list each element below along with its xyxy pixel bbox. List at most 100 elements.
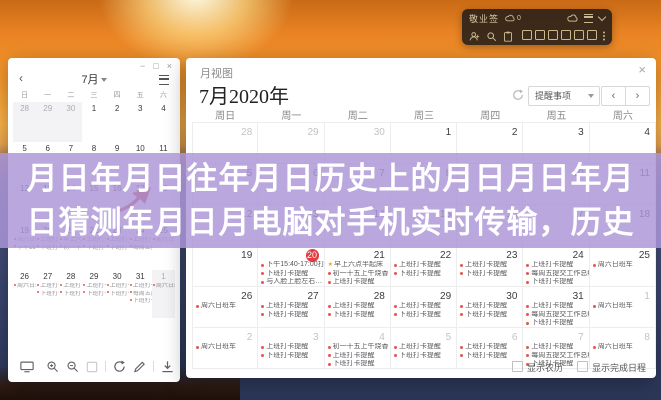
calendar-item[interactable]: 下班打卡提醒 (457, 270, 522, 279)
calendar-item[interactable]: 下班打卡提醒 (391, 311, 456, 320)
mini-weekday-label: 日 (13, 90, 36, 100)
calendar-item[interactable]: 上班打卡提醒 (325, 278, 390, 286)
day-cell[interactable]: 23上班打卡提醒下班打卡提醒 (457, 246, 523, 286)
day-cell[interactable]: 3上班打卡提醒下班打卡提醒 (258, 328, 324, 368)
calendar-item[interactable]: 上班打卡提醒 (258, 302, 323, 311)
bullet-dot (261, 272, 264, 275)
zoom-out-icon[interactable] (66, 360, 79, 373)
download-icon[interactable] (161, 360, 174, 373)
day-cell[interactable]: 29上班打卡提醒下班打卡提醒 (391, 287, 457, 327)
maximize-button[interactable]: □ (153, 61, 158, 71)
menu-icon[interactable] (584, 14, 593, 23)
calendar-item[interactable]: ★早上六点半起床 (325, 261, 390, 270)
refresh-icon[interactable] (512, 89, 524, 101)
calendar-item[interactable]: 下班打卡提醒 (258, 352, 323, 361)
day-cell[interactable]: 26周六日班车 (192, 287, 258, 327)
day-cell[interactable]: 5上班打卡提醒下班打卡提醒 (391, 328, 457, 368)
calendar-item[interactable]: 上班打卡提醒 (391, 261, 456, 270)
weekday-label: 周四 (457, 107, 523, 122)
calendar-item[interactable]: 初一十五上午烧香 (325, 343, 390, 352)
lunar-checkbox[interactable]: 显示农历 (512, 361, 563, 374)
fit-size-icon[interactable] (86, 361, 98, 373)
calendar-item[interactable]: 上班打卡提醒 (457, 261, 522, 270)
day-cell[interactable]: 31上班打卡提醒每周五提交工作总结下班打卡提醒 (523, 287, 589, 327)
calendar-item[interactable]: 上班打卡提醒 (523, 261, 588, 270)
app-grid-icon[interactable] (535, 30, 545, 40)
day-cell[interactable]: 21★早上六点半起床初一十五上午烧香上班打卡提醒 (325, 246, 391, 286)
rotate-icon[interactable] (113, 360, 126, 373)
mini-weekday-label: 五 (129, 90, 152, 100)
day-number-wrap: 28 (325, 287, 390, 302)
chevron-down-icon[interactable] (599, 17, 605, 20)
calendar-item[interactable]: 上班打卡提醒 (391, 343, 456, 352)
calendar-item[interactable]: 下班打卡提醒 (391, 352, 456, 361)
mini-day-number: 28 (13, 102, 36, 115)
calendar-item[interactable]: 周六日班车 (193, 302, 257, 311)
app-grid-icon[interactable] (548, 30, 558, 40)
day-cell[interactable]: 20下午15:40-17:00打…下班打卡提醒与人脸上脸左右… (258, 246, 324, 286)
calendar-item[interactable]: 下班打卡提醒 (523, 278, 588, 286)
completed-checkbox[interactable]: 显示完成日程 (577, 361, 646, 374)
more-icon[interactable] (603, 35, 605, 37)
day-cell[interactable]: 2周六日班车 (192, 328, 258, 368)
star-icon: ★ (328, 261, 333, 270)
cloud-icon[interactable] (567, 14, 578, 22)
calendar-item[interactable]: 每周五提交工作总结 (523, 270, 588, 279)
calendar-item[interactable]: 下班打卡提醒 (523, 319, 588, 327)
month-nav: ‹ › (601, 86, 650, 106)
caption-line-2: 日猜测年月日月电脑对手机实时传输，历史 (0, 201, 661, 245)
calendar-item[interactable]: 下班打卡提醒 (325, 360, 390, 368)
next-month-button[interactable]: › (625, 86, 650, 106)
app-grid-icon[interactable] (561, 30, 571, 40)
day-cell[interactable]: 1周六日班车 (590, 287, 656, 327)
calendar-item[interactable]: 上班打卡提醒 (457, 302, 522, 311)
calendar-item[interactable]: 上班打卡提醒 (457, 343, 522, 352)
calendar-item[interactable]: 周六日班车 (590, 302, 655, 311)
calendar-item[interactable]: 下班打卡提醒 (457, 311, 522, 320)
zoom-in-icon[interactable] (46, 360, 59, 373)
calendar-item[interactable]: 周六日班车 (590, 261, 655, 270)
calendar-item[interactable]: 下班打卡提醒 (258, 270, 323, 279)
calendar-item[interactable]: 上班打卡提醒 (258, 343, 323, 352)
calendar-item[interactable]: 每周五提交工作总结 (523, 352, 588, 361)
calendar-item[interactable]: 上班打卡提醒 (523, 302, 588, 311)
filter-dropdown[interactable]: 提醒事项 (528, 86, 600, 106)
search-icon[interactable] (486, 31, 497, 42)
day-cell[interactable]: 24上班打卡提醒每周五提交工作总结下班打卡提醒 (523, 246, 589, 286)
calendar-item[interactable]: 周六日班车 (193, 343, 257, 352)
day-cell[interactable]: 4初一十五上午烧香上班打卡提醒下班打卡提醒 (325, 328, 391, 368)
calendar-item[interactable]: 初一十五上午烧香 (325, 270, 390, 279)
user-icon[interactable] (469, 31, 480, 42)
app-grid-icon[interactable] (574, 30, 584, 40)
calendar-item[interactable]: 与人脸上脸左右… (258, 278, 323, 286)
day-cell[interactable]: 19 (192, 246, 258, 286)
day-cell[interactable]: 27上班打卡提醒下班打卡提醒 (258, 287, 324, 327)
prev-month-button[interactable]: ‹ (601, 86, 626, 106)
app-grid-icon[interactable] (587, 30, 597, 40)
calendar-item[interactable]: 下班打卡提醒 (325, 311, 390, 320)
calendar-item[interactable]: 上班打卡提醒 (325, 302, 390, 311)
display-icon[interactable] (20, 360, 34, 373)
mini-day-cell: 31上班打卡…每周五提…下班打卡… (129, 270, 152, 318)
minimize-button[interactable]: − (140, 61, 145, 71)
day-cell[interactable]: 25周六日班车 (590, 246, 656, 286)
calendar-item-text: 下班打卡提醒 (399, 311, 441, 320)
app-grid-icon[interactable] (522, 30, 532, 40)
calendar-item[interactable]: 下班打卡提醒 (391, 270, 456, 279)
calendar-item[interactable]: 每周五提交工作总结 (523, 311, 588, 320)
day-cell[interactable]: 22上班打卡提醒下班打卡提醒 (391, 246, 457, 286)
calendar-item[interactable]: 下午15:40-17:00打… (258, 261, 323, 270)
close-icon[interactable]: × (638, 62, 646, 77)
day-cell[interactable]: 28上班打卡提醒下班打卡提醒 (325, 287, 391, 327)
clipboard-icon[interactable] (503, 31, 513, 42)
close-button[interactable]: × (167, 61, 172, 71)
calendar-item[interactable]: 下班打卡提醒 (258, 311, 323, 320)
calendar-item-text: 每周五提交工作总结 (531, 352, 588, 361)
calendar-item[interactable]: 上班打卡提醒 (325, 352, 390, 361)
calendar-item[interactable]: 周六日班车 (590, 343, 655, 352)
calendar-item[interactable]: 下班打卡提醒 (457, 352, 522, 361)
calendar-item[interactable]: 上班打卡提醒 (523, 343, 588, 352)
pencil-icon[interactable] (133, 360, 146, 373)
day-cell[interactable]: 30上班打卡提醒下班打卡提醒 (457, 287, 523, 327)
calendar-item[interactable]: 上班打卡提醒 (391, 302, 456, 311)
